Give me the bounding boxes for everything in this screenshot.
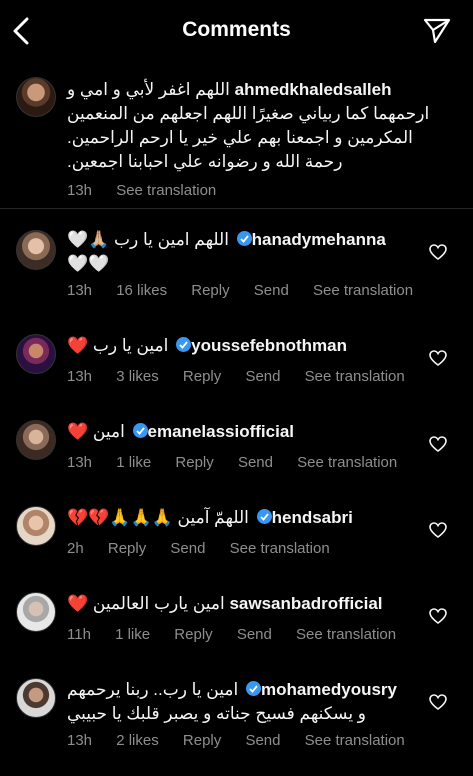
likes-count[interactable]: 1 like [116,454,151,471]
send-button[interactable]: Send [237,626,272,643]
comment-text: اللهم امين يا رب 🙏🏼🤍 [67,230,229,249]
comment-username[interactable]: sawsanbadrofficial [229,594,382,613]
share-button[interactable] [421,16,453,46]
comment-first-line: hanadymehanna اللهم امين يا رب 🙏🏼🤍 [67,228,425,252]
comment-meta: 2h Reply Send See translation [67,540,425,557]
see-translation-link[interactable]: See translation [305,368,405,385]
comment-username[interactable]: hendsabri [272,508,353,527]
heart-icon[interactable] [429,522,447,538]
send-button[interactable]: Send [170,540,205,557]
caption-meta: 13h See translation [67,182,453,199]
comment-text-continued: 🤍🤍 [67,254,110,273]
avatar[interactable] [16,506,56,546]
comment-text-continued: و يسكنهم فسيح جناته و يصبر قلبك يا حبيبي [67,704,367,723]
send-button[interactable]: Send [245,368,280,385]
verified-badge-icon [245,681,261,696]
see-translation-link[interactable]: See translation [296,626,396,643]
likes-count[interactable]: 2 likes [116,732,159,749]
heart-icon[interactable] [429,436,447,452]
timestamp: 13h [67,732,93,749]
comment-first-line: emanelassiofficial امين ❤️ [67,420,425,444]
see-translation-link[interactable]: See translation [116,182,216,199]
comment-meta: 11h 1 like Reply Send See translation [67,626,425,643]
comment-username[interactable]: emanelassiofficial [148,422,294,441]
avatar[interactable] [16,592,56,632]
send-button[interactable]: Send [238,454,273,471]
reply-button[interactable]: Reply [175,454,213,471]
comment-text: امين يا رب.. ربنا يرحمهم [67,680,239,699]
caption-username[interactable]: ahmedkhaledsalleh [235,80,392,99]
paper-plane-icon [423,18,451,44]
see-translation-link[interactable]: See translation [297,454,397,471]
reply-button[interactable]: Reply [183,368,221,385]
comment-first-line: hendsabri اللهمّ آمين 🙏🙏🙏💔💔 [67,506,425,530]
verified-badge-icon [176,337,192,352]
verified-badge-icon [256,509,272,524]
comment-text: اللهمّ آمين 🙏🙏🙏💔💔 [67,508,249,527]
verified-badge-icon [236,231,252,246]
comment-first-line: youssefebnothman امين يا رب ❤️ [67,334,425,358]
comment-meta: 13h 2 likes Reply Send See translation [67,732,425,749]
avatar[interactable] [16,230,56,270]
comment-meta: 13h 16 likes Reply Send See translation [67,282,425,299]
timestamp: 13h [67,454,93,471]
likes-count[interactable]: 1 like [115,626,150,643]
header-bar: Comments [0,0,473,62]
caption-text-continued: ارحمهما كما ربياني صغيرًا اللهم اجعلهم م… [67,104,430,171]
likes-count[interactable]: 16 likes [116,282,167,299]
divider [0,208,473,209]
comment-meta: 13h 3 likes Reply Send See translation [67,368,425,385]
caption-text: اللهم اغفر لأبي و امي و [67,80,230,99]
timestamp: 13h [67,368,93,385]
timestamp: 11h [67,626,91,643]
comment-first-line: sawsanbadrofficial امين يارب العالمين ❤️ [67,592,425,616]
send-button[interactable]: Send [254,282,289,299]
see-translation-link[interactable]: See translation [305,732,405,749]
comment-username[interactable]: youssefebnothman [191,336,347,355]
comment-text: امين يا رب ❤️ [67,336,169,355]
timestamp: 13h [67,282,93,299]
likes-count[interactable]: 3 likes [116,368,159,385]
heart-icon[interactable] [429,244,447,260]
caption-first-line: ahmedkhaledsalleh اللهم اغفر لأبي و امي … [67,78,453,102]
verified-badge-icon [132,423,148,438]
reply-button[interactable]: Reply [183,732,221,749]
reply-button[interactable]: Reply [191,282,229,299]
comment-meta: 13h 1 like Reply Send See translation [67,454,425,471]
page-title: Comments [182,18,291,41]
avatar[interactable] [16,334,56,374]
reply-button[interactable]: Reply [174,626,212,643]
comment-username[interactable]: mohamedyousry [261,680,397,699]
avatar[interactable] [16,678,56,718]
see-translation-link[interactable]: See translation [313,282,413,299]
comment-first-line: mohamedyousry امين يا رب.. ربنا يرحمهم [67,678,425,702]
avatar[interactable] [16,77,56,117]
comment-username[interactable]: hanadymehanna [252,230,386,249]
heart-icon[interactable] [429,350,447,366]
timestamp: 2h [67,540,84,557]
heart-icon[interactable] [429,608,447,624]
heart-icon[interactable] [429,694,447,710]
comment-text: امين ❤️ [67,422,125,441]
send-button[interactable]: Send [245,732,280,749]
reply-button[interactable]: Reply [108,540,146,557]
comment-text: امين يارب العالمين ❤️ [67,594,225,613]
see-translation-link[interactable]: See translation [230,540,330,557]
timestamp: 13h [67,182,93,199]
avatar[interactable] [16,420,56,460]
